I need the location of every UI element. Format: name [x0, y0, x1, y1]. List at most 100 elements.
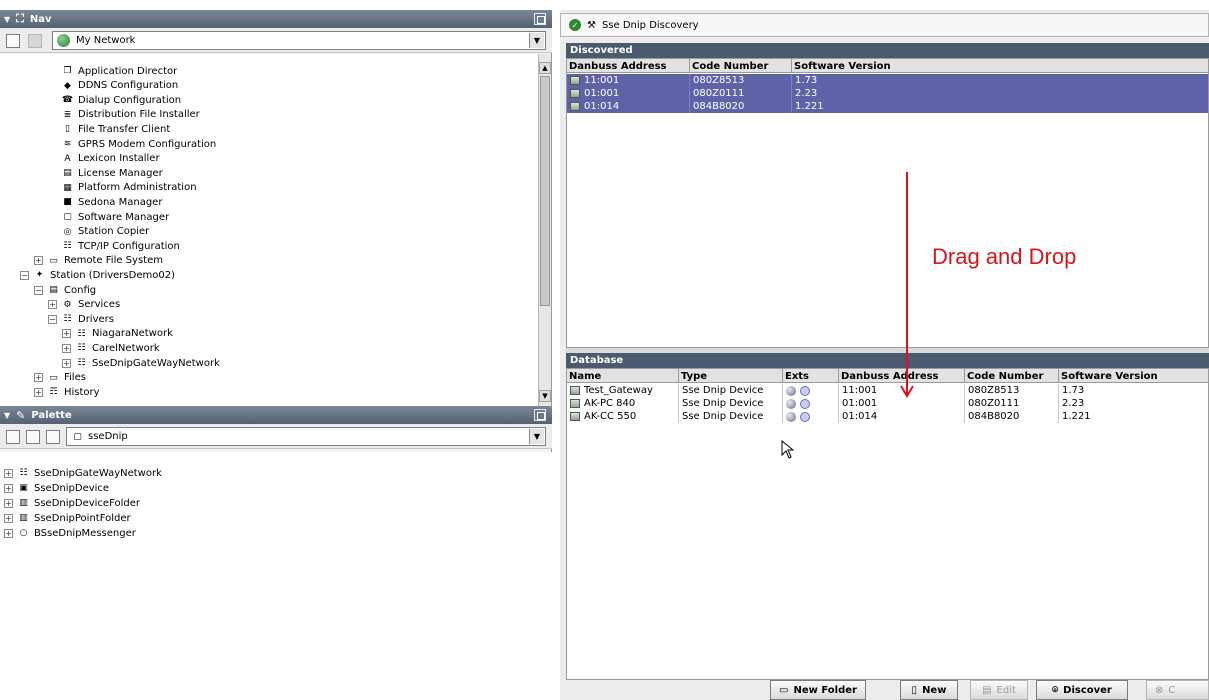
maximize-pane-icon[interactable] — [534, 13, 546, 25]
table-cell: Test_Gateway — [567, 384, 679, 397]
tree-node[interactable]: + ☷ CarelNetwork — [62, 341, 160, 355]
tree-node[interactable]: ▦ Platform Administration — [48, 181, 196, 195]
dialup-icon: ☎ — [61, 95, 74, 106]
discovered-table[interactable]: Danbuss Address Code Number Software Versi… — [566, 58, 1209, 348]
expander-icon[interactable]: + — [34, 256, 43, 266]
expander-icon[interactable]: + — [4, 513, 13, 523]
expander-icon[interactable]: + — [62, 329, 71, 339]
device-icon: ▣ — [19, 483, 28, 493]
palette-item[interactable]: + ☷ SseDnipGateWayNetwork — [4, 466, 162, 480]
button-bar: ▭ New Folder ▯ New ▤ Edit ⌾ Discover ⊗ C — [566, 680, 1209, 700]
column-header[interactable]: Exts — [783, 369, 839, 383]
network-select[interactable]: My Network ▼ — [52, 31, 546, 50]
cell-text: AK-PC 840 — [584, 398, 636, 409]
maximize-pane-icon[interactable] — [534, 409, 546, 421]
chevron-down-icon[interactable]: ▼ — [529, 33, 544, 48]
column-header[interactable]: Code Number — [690, 59, 792, 73]
table-row[interactable]: 01:001 080Z0111 2.23 — [567, 87, 1208, 100]
tree-node[interactable]: + ☷ NiagaraNetwork — [62, 327, 173, 341]
column-header[interactable]: Name — [567, 369, 679, 383]
open-palette-icon[interactable] — [6, 430, 20, 444]
scroll-up-icon[interactable]: ▲ — [539, 62, 551, 74]
tree-node[interactable]: ▯ File Transfer Client — [48, 122, 170, 136]
expander-icon[interactable]: + — [34, 373, 43, 383]
table-row[interactable]: AK-PC 840 Sse Dnip Device 01:001 080Z0111 2.… — [567, 397, 1208, 410]
tree-node[interactable]: ◆ DDNS Configuration — [48, 79, 178, 93]
discover-button[interactable]: ⌾ Discover — [1036, 680, 1128, 700]
expander-icon[interactable]: + — [34, 387, 43, 397]
collapse-arrow-icon[interactable]: ▼ — [4, 411, 10, 420]
new-button[interactable]: ▯ New — [900, 680, 958, 700]
tree-node[interactable]: + ⚙ Services — [48, 298, 120, 312]
table-row[interactable]: 01:014 084B8020 1.221 — [567, 100, 1208, 113]
tree-node-label: Config — [64, 284, 97, 296]
tree-node[interactable]: ❐ Application Director — [48, 64, 177, 78]
tree-node[interactable]: + ☶ History — [34, 385, 100, 399]
database-table-header: Name Type Exts Danbuss Address Code Number So… — [567, 369, 1208, 383]
edit-button[interactable]: ▤ Edit — [970, 680, 1028, 700]
expander-icon[interactable]: − — [34, 285, 43, 295]
expander-icon[interactable]: − — [48, 314, 57, 324]
expander-icon[interactable]: + — [4, 528, 13, 538]
palette-pane-header[interactable]: ▼ ✎ Palette — [0, 406, 552, 424]
table-row[interactable]: Test_Gateway Sse Dnip Device 11:001 080Z851… — [567, 384, 1208, 397]
extension-status-icon — [800, 385, 810, 396]
column-header[interactable]: Danbuss Address — [567, 59, 690, 73]
palette-item[interactable]: + ○ BSseDnipMessenger — [4, 526, 136, 540]
palette-item[interactable]: + ▥ SseDnipDeviceFolder — [4, 496, 140, 510]
tree-node[interactable]: ☷ TCP/IP Configuration — [48, 239, 180, 253]
tree-node-label: TCP/IP Configuration — [78, 240, 180, 252]
tree-node[interactable]: + ☷ SseDnipGateWayNetwork — [62, 356, 220, 370]
tree-node[interactable]: ≋ GPRS Modem Configuration — [48, 137, 217, 151]
expander-icon[interactable]: − — [20, 270, 29, 280]
tree-node-label: License Manager — [78, 167, 163, 179]
tree-node[interactable]: ▤ License Manager — [48, 166, 163, 180]
palette-item-label: SseDnipPointFolder — [34, 512, 131, 524]
tree-node[interactable]: ≣ Distribution File Installer — [48, 108, 200, 122]
new-folder-button[interactable]: ▭ New Folder — [770, 680, 866, 700]
tree-node[interactable]: − ✦ Station (DriversDemo02) — [20, 268, 175, 282]
tree-node[interactable]: A Lexicon Installer — [48, 152, 159, 166]
database-table[interactable]: Name Type Exts Danbuss Address Code Number So… — [566, 368, 1209, 680]
cell-text: Sse Dnip Device — [682, 385, 764, 396]
folder-icon: ▥ — [19, 513, 28, 523]
collapse-arrow-icon[interactable]: ▼ — [4, 15, 10, 24]
palette-item[interactable]: + ▣ SseDnipDevice — [4, 481, 109, 495]
palette-item-label: SseDnipDevice — [34, 482, 110, 494]
scroll-thumb[interactable] — [540, 76, 550, 306]
nav-pane-header[interactable]: ▼ ⛶ Nav — [0, 10, 552, 28]
palette-item[interactable]: + ▥ SseDnipPointFolder — [4, 511, 131, 525]
column-header[interactable]: Software Version — [1059, 369, 1208, 383]
expander-icon[interactable]: + — [4, 483, 13, 493]
column-header[interactable]: Type — [679, 369, 783, 383]
expander-icon[interactable]: + — [48, 300, 57, 310]
expander-icon[interactable]: + — [62, 358, 71, 368]
cancel-button[interactable]: ⊗ C — [1146, 680, 1209, 700]
column-header[interactable]: Software Version — [792, 59, 1208, 73]
table-row[interactable]: AK-CC 550 Sse Dnip Device 01:014 084B8020 1.… — [567, 410, 1208, 423]
table-row[interactable]: 11:001 080Z8513 1.73 — [567, 74, 1208, 87]
column-header[interactable]: Code Number — [965, 369, 1059, 383]
tree-node[interactable]: − ☷ Drivers — [48, 312, 114, 326]
expander-icon[interactable]: + — [4, 498, 13, 508]
tree-node[interactable]: + ▭ Files — [34, 371, 86, 385]
expander-icon[interactable]: + — [62, 343, 71, 353]
new-tree-icon[interactable] — [6, 34, 20, 48]
file-icon: ▯ — [65, 124, 70, 135]
find-palette-icon[interactable] — [46, 430, 60, 444]
tree-node[interactable]: ☎ Dialup Configuration — [48, 93, 181, 107]
palette-module-select[interactable]: ▢ sseDnip ▼ — [66, 427, 546, 446]
scroll-down-icon[interactable]: ▼ — [539, 390, 551, 402]
table-cell: 1.221 — [792, 100, 1208, 113]
cell-text: 084B8020 — [693, 101, 745, 112]
nav-tree-scrollbar[interactable]: ▲ ▼ — [538, 54, 551, 406]
expander-icon[interactable]: + — [4, 468, 13, 478]
close-palette-icon[interactable] — [26, 430, 40, 444]
tree-node[interactable]: ◎ Station Copier — [48, 225, 150, 239]
tree-node[interactable]: ▢ Software Manager — [48, 210, 169, 224]
chevron-down-icon[interactable]: ▼ — [529, 429, 544, 444]
tree-node[interactable]: + ▭ Remote File System — [34, 254, 163, 268]
tree-node[interactable]: − ▤ Config — [34, 283, 96, 297]
tree-node[interactable]: ■ Sedona Manager — [48, 195, 162, 209]
close-tree-icon[interactable] — [28, 34, 42, 48]
